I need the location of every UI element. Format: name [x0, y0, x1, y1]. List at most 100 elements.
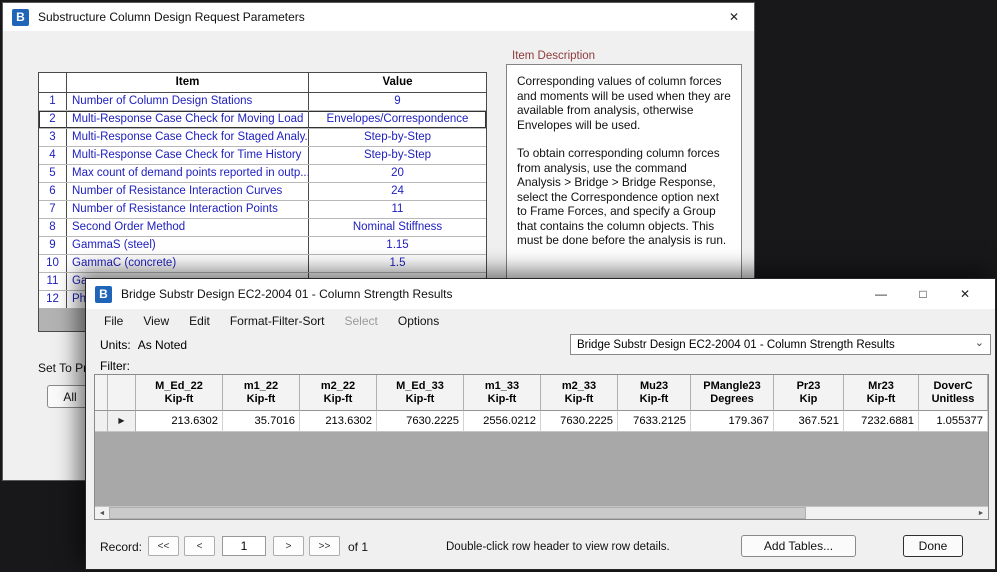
grid-cell[interactable]: 7633.2125: [618, 411, 691, 432]
current-row-marker-icon[interactable]: ▶: [108, 411, 136, 432]
grid-col-header[interactable]: Pr23 Kip: [774, 375, 844, 411]
row-details-hint: Double-click row header to view row deta…: [446, 541, 670, 553]
param-row[interactable]: 1 Number of Column Design Stations 9: [39, 93, 486, 111]
param-row[interactable]: 10 GammaC (concrete) 1.5: [39, 255, 486, 273]
grid-col-header[interactable]: m1_33 Kip-ft: [464, 375, 541, 411]
scrollbar-thumb[interactable]: [109, 507, 806, 519]
num-col-header: [39, 73, 67, 92]
results-window-title: Bridge Substr Design EC2-2004 01 - Colum…: [121, 287, 453, 301]
param-value[interactable]: Nominal Stiffness: [309, 219, 486, 236]
grid-cell[interactable]: 7232.6881: [844, 411, 919, 432]
param-item-label: Multi-Response Case Check for Staged Ana…: [67, 129, 309, 146]
grid-col-header[interactable]: DoverC Unitless: [919, 375, 988, 411]
col-name: M_Ed_33: [396, 380, 444, 393]
col-unit: Kip-ft: [324, 393, 353, 406]
grid-col-header[interactable]: m2_33 Kip-ft: [541, 375, 618, 411]
first-record-button[interactable]: <<: [148, 536, 179, 556]
param-item-label: GammaS (steel): [67, 237, 309, 254]
grid-col-header[interactable]: m2_22 Kip-ft: [300, 375, 377, 411]
param-row[interactable]: 8 Second Order Method Nominal Stiffness: [39, 219, 486, 237]
param-value[interactable]: Envelopes/Correspondence: [309, 111, 486, 128]
menu-format-filter-sort[interactable]: Format-Filter-Sort: [220, 311, 335, 331]
param-row-number: 8: [39, 219, 67, 236]
grid-cell[interactable]: 213.6302: [300, 411, 377, 432]
filter-label: Filter:: [100, 359, 130, 373]
col-name: m2_22: [321, 380, 355, 393]
results-grid: M_Ed_22 Kip-ft m1_22 Kip-ft m2_22 Kip-ft…: [94, 374, 989, 520]
param-row-number: 2: [39, 111, 67, 128]
grid-cell[interactable]: 367.521: [774, 411, 844, 432]
param-row[interactable]: 9 GammaS (steel) 1.15: [39, 237, 486, 255]
param-value[interactable]: Step-by-Step: [309, 129, 486, 146]
params-titlebar[interactable]: B Substructure Column Design Request Par…: [3, 3, 754, 31]
value-col-header: Value: [309, 73, 486, 92]
col-name: PMangle23: [703, 380, 760, 393]
scroll-right-icon[interactable]: ►: [974, 507, 988, 519]
grid-cell[interactable]: 179.367: [691, 411, 774, 432]
grid-cell[interactable]: 213.6302: [136, 411, 223, 432]
menu-edit[interactable]: Edit: [179, 311, 220, 331]
done-button[interactable]: Done: [903, 535, 963, 557]
units-line: Units:As Noted: [100, 338, 187, 352]
menu-select: Select: [335, 311, 388, 331]
col-unit: Kip-ft: [247, 393, 276, 406]
grid-col-header[interactable]: M_Ed_22 Kip-ft: [136, 375, 223, 411]
param-row-selected[interactable]: 2 Multi-Response Case Check for Moving L…: [39, 111, 486, 129]
param-value[interactable]: 20: [309, 165, 486, 182]
grid-data-row[interactable]: ▶ 213.6302 35.7016 213.6302 7630.2225 25…: [95, 411, 988, 432]
grid-cell[interactable]: 1.055377: [919, 411, 988, 432]
prev-record-button[interactable]: <: [184, 536, 215, 556]
add-tables-button[interactable]: Add Tables...: [741, 535, 856, 557]
grid-cell[interactable]: 2556.0212: [464, 411, 541, 432]
param-row-number: 11: [39, 273, 67, 290]
col-unit: Kip-ft: [640, 393, 669, 406]
record-number-input[interactable]: [222, 536, 266, 556]
chevron-down-icon: ⌄: [975, 336, 984, 349]
col-name: m1_22: [244, 380, 278, 393]
results-footer: Record: << < > >> of 1 Double-click row …: [86, 527, 995, 567]
results-titlebar[interactable]: B Bridge Substr Design EC2-2004 01 - Col…: [86, 279, 995, 309]
col-name: DoverC: [933, 380, 972, 393]
grid-col-header[interactable]: m1_22 Kip-ft: [223, 375, 300, 411]
maximize-icon[interactable]: □: [902, 281, 944, 307]
last-record-button[interactable]: >>: [309, 536, 340, 556]
item-description-box: Corresponding values of column forces an…: [506, 64, 742, 292]
item-description-title: Item Description: [512, 50, 595, 62]
param-value[interactable]: 1.5: [309, 255, 486, 272]
grid-col-header[interactable]: M_Ed_33 Kip-ft: [377, 375, 464, 411]
param-row-number: 5: [39, 165, 67, 182]
param-row[interactable]: 6 Number of Resistance Interaction Curve…: [39, 183, 486, 201]
col-unit: Kip-ft: [165, 393, 194, 406]
horizontal-scrollbar[interactable]: ◄ ►: [95, 506, 988, 519]
grid-cell[interactable]: 7630.2225: [377, 411, 464, 432]
param-value[interactable]: 1.15: [309, 237, 486, 254]
grid-col-header[interactable]: Mu23 Kip-ft: [618, 375, 691, 411]
table-select-dropdown[interactable]: Bridge Substr Design EC2-2004 01 - Colum…: [570, 334, 991, 355]
scroll-left-icon[interactable]: ◄: [95, 507, 109, 519]
param-row[interactable]: 7 Number of Resistance Interaction Point…: [39, 201, 486, 219]
col-unit: Kip-ft: [406, 393, 435, 406]
menu-file[interactable]: File: [94, 311, 133, 331]
col-unit: Kip-ft: [565, 393, 594, 406]
param-value[interactable]: 11: [309, 201, 486, 218]
menu-view[interactable]: View: [133, 311, 179, 331]
close-icon[interactable]: ✕: [723, 8, 745, 26]
close-icon[interactable]: ✕: [944, 281, 986, 307]
record-count-label: of 1: [348, 540, 368, 554]
minimize-icon[interactable]: —: [860, 281, 902, 307]
grid-col-header[interactable]: PMangle23 Degrees: [691, 375, 774, 411]
param-value[interactable]: Step-by-Step: [309, 147, 486, 164]
grid-cell[interactable]: 7630.2225: [541, 411, 618, 432]
param-row[interactable]: 3 Multi-Response Case Check for Staged A…: [39, 129, 486, 147]
param-row[interactable]: 4 Multi-Response Case Check for Time His…: [39, 147, 486, 165]
param-value[interactable]: 24: [309, 183, 486, 200]
grid-col-header[interactable]: Mr23 Kip-ft: [844, 375, 919, 411]
menu-options[interactable]: Options: [388, 311, 449, 331]
grid-cell[interactable]: 35.7016: [223, 411, 300, 432]
param-row[interactable]: 5 Max count of demand points reported in…: [39, 165, 486, 183]
param-item-label: Number of Column Design Stations: [67, 93, 309, 110]
param-item-label: Number of Resistance Interaction Curves: [67, 183, 309, 200]
units-label: Units:: [100, 338, 131, 352]
next-record-button[interactable]: >: [273, 536, 304, 556]
param-value[interactable]: 9: [309, 93, 486, 110]
